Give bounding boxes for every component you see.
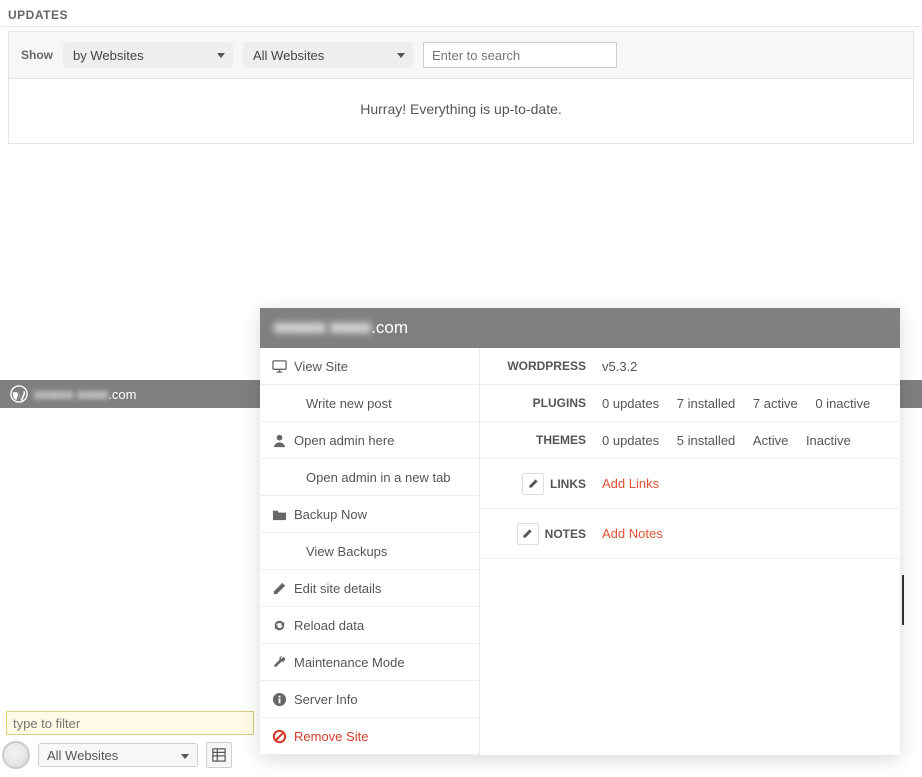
edit-notes-button[interactable]: [517, 523, 539, 545]
search-input[interactable]: [423, 42, 617, 68]
folder-icon: [272, 507, 294, 522]
themes-installed[interactable]: 5 installed: [677, 433, 736, 448]
filter-by-value: by Websites: [73, 48, 144, 63]
plugins-updates[interactable]: 0 updates: [602, 396, 659, 411]
updates-filter-bar: Show by Websites All Websites: [8, 31, 914, 79]
bottom-websites-dropdown[interactable]: All Websites: [38, 743, 198, 767]
action-open-admin-label: Open admin here: [294, 433, 394, 448]
action-open-admin-tab-label: Open admin in a new tab: [306, 470, 451, 485]
bottom-websites-value: All Websites: [47, 748, 118, 763]
action-remove-site-label: Remove Site: [294, 729, 368, 744]
detail-themes-label: THEMES: [490, 433, 596, 447]
detail-plugins-label: PLUGINS: [490, 396, 596, 410]
action-write-post-label: Write new post: [306, 396, 392, 411]
site-domain-suffix: .com: [108, 387, 136, 402]
site-name-masked: ■■■■■ ■■■■: [34, 387, 108, 402]
detail-wordpress-label: WORDPRESS: [490, 359, 596, 373]
action-write-post[interactable]: Write new post: [260, 385, 479, 422]
popup-title-suffix: .com: [371, 318, 408, 337]
action-reload-label: Reload data: [294, 618, 364, 633]
detail-plugins: PLUGINS 0 updates 7 installed 7 active 0…: [480, 385, 900, 422]
action-open-admin-tab[interactable]: Open admin in a new tab: [260, 459, 479, 496]
action-maintenance[interactable]: Maintenance Mode: [260, 644, 479, 681]
themes-active[interactable]: Active: [753, 433, 788, 448]
filter-by-dropdown[interactable]: by Websites: [63, 42, 233, 68]
plugins-installed[interactable]: 7 installed: [677, 396, 736, 411]
action-backup-now[interactable]: Backup Now: [260, 496, 479, 533]
action-view-backups-label: View Backups: [306, 544, 387, 559]
edit-links-button[interactable]: [522, 473, 544, 495]
show-label: Show: [21, 48, 53, 62]
detail-plugins-value: 0 updates 7 installed 7 active 0 inactiv…: [596, 396, 890, 411]
themes-updates[interactable]: 0 updates: [602, 433, 659, 448]
scrollbar-indicator[interactable]: [902, 575, 904, 625]
action-maintenance-label: Maintenance Mode: [294, 655, 405, 670]
detail-notes: NOTES Add Notes: [480, 509, 900, 559]
action-backup-now-label: Backup Now: [294, 507, 367, 522]
action-server-info[interactable]: Server Info: [260, 681, 479, 718]
avatar-icon: [2, 741, 30, 769]
action-server-info-label: Server Info: [294, 692, 358, 707]
add-links-link[interactable]: Add Links: [602, 476, 659, 491]
popup-details: WORDPRESS v5.3.2 PLUGINS 0 updates 7 ins…: [480, 348, 900, 755]
info-icon: [272, 692, 294, 707]
themes-inactive[interactable]: Inactive: [806, 433, 851, 448]
site-details-popup: ■■■■■ ■■■■.com View Site Write new post …: [260, 308, 900, 755]
detail-wordpress-value: v5.3.2: [596, 359, 890, 374]
popup-header: ■■■■■ ■■■■.com: [260, 308, 900, 348]
wordpress-logo-icon: [10, 385, 28, 403]
action-edit-site[interactable]: Edit site details: [260, 570, 479, 607]
detail-notes-label: NOTES: [545, 527, 586, 541]
action-remove-site[interactable]: Remove Site: [260, 718, 479, 755]
action-reload[interactable]: Reload data: [260, 607, 479, 644]
filter-websites-value: All Websites: [253, 48, 324, 63]
action-view-backups[interactable]: View Backups: [260, 533, 479, 570]
updates-heading: UPDATES: [0, 0, 922, 27]
detail-themes: THEMES 0 updates 5 installed Active Inac…: [480, 422, 900, 459]
detail-themes-value: 0 updates 5 installed Active Inactive: [596, 433, 890, 448]
detail-links-label: LINKS: [550, 477, 586, 491]
popup-actions-list: View Site Write new post Open admin here…: [260, 348, 480, 755]
refresh-icon: [272, 618, 294, 633]
filter-websites-dropdown[interactable]: All Websites: [243, 42, 413, 68]
detail-links: LINKS Add Links: [480, 459, 900, 509]
detail-wordpress: WORDPRESS v5.3.2: [480, 348, 900, 385]
plugins-active[interactable]: 7 active: [753, 396, 798, 411]
sites-filter-input[interactable]: [6, 711, 254, 735]
action-view-site[interactable]: View Site: [260, 348, 479, 385]
add-notes-link[interactable]: Add Notes: [602, 526, 663, 541]
updates-empty-state: Hurray! Everything is up-to-date.: [8, 79, 914, 144]
user-icon: [272, 433, 294, 448]
action-view-site-label: View Site: [294, 359, 348, 374]
popup-title-masked: ■■■■■ ■■■■: [274, 318, 371, 338]
grid-view-button[interactable]: [206, 742, 232, 768]
wrench-icon: [272, 655, 294, 670]
pencil-icon: [272, 581, 294, 596]
action-open-admin[interactable]: Open admin here: [260, 422, 479, 459]
plugins-inactive[interactable]: 0 inactive: [815, 396, 870, 411]
ban-icon: [272, 729, 294, 744]
monitor-icon: [272, 359, 294, 374]
action-edit-site-label: Edit site details: [294, 581, 381, 596]
